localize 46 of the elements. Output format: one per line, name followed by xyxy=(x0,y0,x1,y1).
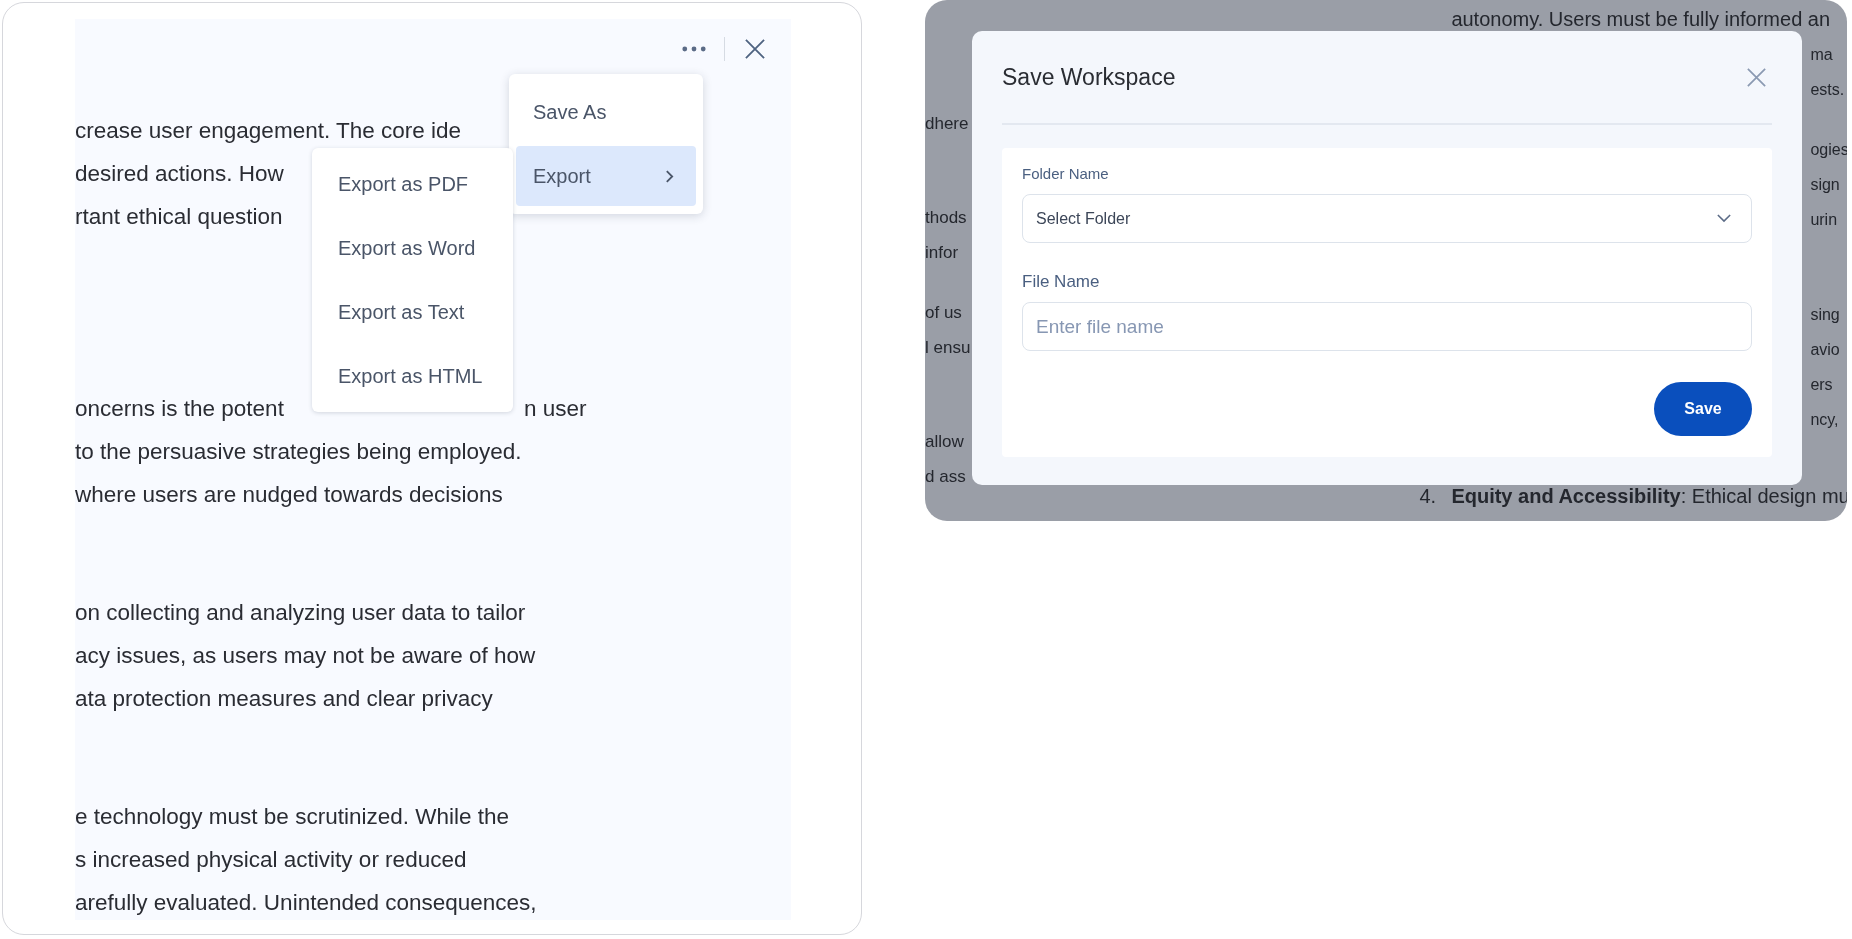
text-line: crease user engagement. The core ide xyxy=(75,117,462,144)
field-label: File Name xyxy=(1022,271,1101,293)
background-text: avio xyxy=(1810,340,1840,360)
input-field[interactable]: Enter file name xyxy=(1022,302,1752,351)
text-line: rtant ethical question xyxy=(75,203,283,230)
background-text: autonomy. Users must be fully informed an xyxy=(1451,7,1832,32)
text-line: where users are nudged towards decisions xyxy=(75,481,503,508)
background-text: sing xyxy=(1810,305,1840,325)
text-line: s increased physical activity or reduced xyxy=(75,846,467,873)
background-text: ers xyxy=(1810,375,1833,395)
background-text: infor xyxy=(925,242,960,264)
menu-item[interactable]: Export as PDF xyxy=(312,152,513,216)
folder-select[interactable]: Select Folder xyxy=(1022,194,1752,243)
background-text: ncy, xyxy=(1810,410,1839,430)
menu-item[interactable]: Export as HTML xyxy=(312,344,513,408)
text-line: arefully evaluated. Unintended consequences, xyxy=(75,889,537,916)
list-number: 4. xyxy=(1419,484,1438,509)
background-text: dhere xyxy=(925,113,970,135)
text-line: ata protection measures and clear privacy xyxy=(75,685,493,712)
close-icon[interactable] xyxy=(1747,67,1766,87)
menu-item[interactable]: Export as Text xyxy=(312,280,513,344)
text-line: to the persuasive strategies being employed. xyxy=(75,438,522,465)
text-line: n user xyxy=(523,395,587,422)
chevron-down-icon xyxy=(1717,214,1731,223)
background-text: ma xyxy=(1810,45,1833,65)
text-line: acy issues, as users may not be aware of how xyxy=(75,642,536,669)
menu-item[interactable]: Export xyxy=(516,146,696,206)
background-text: allow xyxy=(925,431,965,453)
background-text: l ensu xyxy=(925,337,971,359)
background-text: d ass xyxy=(925,466,967,488)
text-line: desired actions. How xyxy=(75,160,284,187)
text-line: on collecting and analyzing user data to tailor xyxy=(75,599,526,626)
field-label: Folder Name xyxy=(1022,164,1110,184)
background-text: urin xyxy=(1810,210,1838,230)
background-text: of us xyxy=(925,302,963,324)
close-icon[interactable] xyxy=(745,39,765,59)
background-text: thods xyxy=(925,207,968,229)
dialog-title: Save Workspace xyxy=(1002,63,1176,91)
menu-item[interactable]: Save As xyxy=(516,82,696,142)
more-icon[interactable] xyxy=(682,46,706,52)
menu-item[interactable]: Export as Word xyxy=(312,216,513,280)
save-button[interactable]: Save xyxy=(1654,382,1752,436)
background-text: sign xyxy=(1810,175,1840,195)
background-text: ests. xyxy=(1810,80,1845,100)
text-line: e technology must be scrutinized. While the xyxy=(75,803,509,830)
text-line: oncerns is the potent xyxy=(75,395,284,422)
